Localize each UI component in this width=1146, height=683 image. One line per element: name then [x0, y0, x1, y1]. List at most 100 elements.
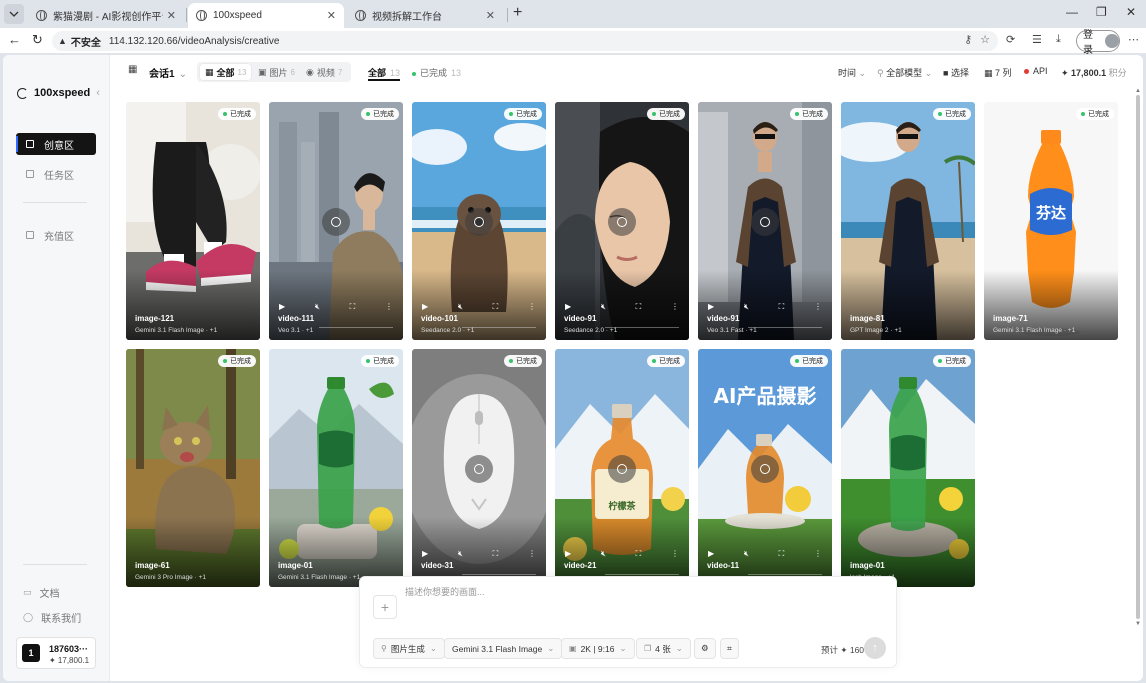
settings-button[interactable]: ⚙	[694, 638, 716, 659]
user-card[interactable]: 1 187603··· ✦ 17,800.1	[16, 637, 96, 669]
play-icon[interactable]	[322, 208, 350, 236]
scroll-down-icon[interactable]: ▼	[1135, 621, 1141, 627]
download-icon[interactable]: ⤓	[1056, 33, 1061, 46]
play-icon[interactable]	[465, 455, 493, 483]
play-small-icon[interactable]: ▶	[565, 302, 571, 312]
video-progress-bar[interactable]	[748, 327, 822, 328]
back-arrow-icon[interactable]: ←	[8, 33, 21, 47]
mute-icon[interactable]: 🔇︎	[744, 549, 749, 559]
video-card[interactable]: 已完成 ▶ 🔇︎ ⛶ ⋮ video-91 Seedance 2.0 · +1	[555, 102, 689, 340]
play-icon[interactable]	[608, 208, 636, 236]
play-small-icon[interactable]: ▶	[422, 302, 428, 312]
fullscreen-icon[interactable]: ⛶	[636, 549, 642, 559]
video-progress-bar[interactable]	[462, 574, 536, 575]
play-small-icon[interactable]: ▶	[279, 302, 285, 312]
favorites-icon[interactable]: ☰	[1032, 33, 1042, 46]
mute-icon[interactable]: 🔇︎	[601, 302, 606, 312]
new-tab-plus-icon[interactable]: +	[513, 4, 522, 22]
sidebar-item-tasks[interactable]: 任务区	[16, 163, 96, 185]
image-card[interactable]: 已完成 image-81 GPT Image 2 · +1	[841, 102, 975, 340]
model-filter-dropdown[interactable]: ⚲ 全部模型 ⌄	[877, 66, 932, 79]
minimize-icon[interactable]: —	[1066, 5, 1078, 19]
play-small-icon[interactable]: ▶	[422, 549, 428, 559]
fullscreen-icon[interactable]: ⛶	[493, 302, 499, 312]
play-small-icon[interactable]: ▶	[708, 549, 714, 559]
session-selector[interactable]: 会话1 ⌄	[149, 65, 187, 80]
time-sort-dropdown[interactable]: 时间 ⌄	[838, 66, 866, 79]
count-dropdown[interactable]: ❐ 4 张 ⌄	[636, 638, 691, 659]
mute-icon[interactable]: 🔇︎	[458, 549, 463, 559]
play-icon[interactable]	[751, 455, 779, 483]
more-icon[interactable]: ⋯	[1128, 33, 1139, 46]
more-vertical-icon[interactable]: ⋮	[671, 549, 679, 559]
extensions-icon[interactable]: ⟳	[1006, 33, 1015, 46]
tab-type-image[interactable]: ▣ 图片 6	[253, 64, 300, 80]
tab-list-chevron-icon[interactable]	[4, 4, 24, 24]
video-progress-bar[interactable]	[319, 327, 393, 328]
collapse-chevron-icon[interactable]: ‹	[96, 87, 100, 99]
more-vertical-icon[interactable]: ⋮	[671, 302, 679, 312]
resolution-dropdown[interactable]: ▣ 2K | 9:16 ⌄	[561, 638, 635, 659]
video-card[interactable]: 已完成 ▶ 🔇︎ ⛶ ⋮ video-91 Veo 3.1 Fast · +1	[698, 102, 832, 340]
grid-view-icon[interactable]: ▦	[128, 64, 142, 78]
play-icon[interactable]	[751, 208, 779, 236]
scroll-up-icon[interactable]: ▲	[1135, 88, 1141, 94]
more-vertical-icon[interactable]: ⋮	[814, 302, 822, 312]
key-icon[interactable]: ⚷	[964, 33, 972, 46]
image-card[interactable]: 芬达 已完成 image-71 Gemini 3.1 Flash Image · +…	[984, 102, 1118, 340]
play-small-icon[interactable]: ▶	[565, 549, 571, 559]
mute-icon[interactable]: 🔇︎	[601, 549, 606, 559]
image-card[interactable]: 已完成 image-61 Gemini 3 Pro Image · +1	[126, 349, 260, 587]
tab-type-all[interactable]: ▦ 全部 13	[200, 64, 252, 80]
browser-tab-2[interactable]: 100xspeed ✕	[188, 3, 344, 28]
filter-status-all[interactable]: 全部 13	[368, 66, 401, 81]
image-card[interactable]: 已完成 image-121 Gemini 3.1 Flash Image · +1	[126, 102, 260, 340]
add-reference-plus-icon[interactable]: +	[373, 595, 397, 619]
prompt-assist-button[interactable]: ⌗	[720, 638, 739, 659]
star-icon[interactable]: ☆	[980, 33, 990, 46]
sidebar-item-recharge[interactable]: 充值区	[16, 224, 96, 246]
sidebar-item-creative[interactable]: 创意区	[16, 133, 96, 155]
more-vertical-icon[interactable]: ⋮	[528, 549, 536, 559]
close-icon[interactable]: ✕	[486, 9, 495, 22]
url-field[interactable]: ▲ 不安全 114.132.120.66/videoAnalysis/creat…	[52, 31, 998, 51]
video-card[interactable]: 已完成 ▶ 🔇︎ ⛶ ⋮ video-31	[412, 349, 546, 587]
image-card[interactable]: 已完成 image-01 Gemini 3.1 Flash Image · +1	[269, 349, 403, 587]
select-button[interactable]: ■ 选择	[943, 66, 969, 79]
play-small-icon[interactable]: ▶	[708, 302, 714, 312]
mode-dropdown[interactable]: ⚲ 图片生成 ⌄	[373, 638, 445, 659]
model-dropdown[interactable]: Gemini 3.1 Flash Image ⌄	[444, 638, 563, 659]
filter-status-done[interactable]: 已完成 13	[412, 66, 461, 79]
video-progress-bar[interactable]	[605, 574, 679, 575]
more-vertical-icon[interactable]: ⋮	[385, 302, 393, 312]
vertical-scrollbar[interactable]	[1136, 95, 1140, 619]
fullscreen-icon[interactable]: ⛶	[636, 302, 642, 312]
more-vertical-icon[interactable]: ⋮	[814, 549, 822, 559]
window-close-icon[interactable]: ✕	[1126, 5, 1136, 19]
video-card[interactable]: 柠檬茶 已完成 ▶ 🔇︎ ⛶ ⋮ video-21	[555, 349, 689, 587]
tab-type-video[interactable]: ◉ 视频 7	[301, 64, 347, 80]
reload-icon[interactable]: ↻	[32, 33, 43, 47]
fullscreen-icon[interactable]: ⛶	[493, 549, 499, 559]
columns-button[interactable]: ▦ 7 列	[984, 66, 1012, 79]
login-button[interactable]: 登录	[1076, 30, 1120, 56]
browser-tab-1[interactable]: 紫猫漫剧 - AI影视创作平台 ✕	[28, 3, 184, 28]
fullscreen-icon[interactable]: ⛶	[779, 549, 785, 559]
sidebar-link-docs[interactable]: ▭ 文档	[23, 585, 60, 600]
video-card[interactable]: AI产品摄影 已完成 ▶ 🔇︎ ⛶ ⋮ video-11	[698, 349, 832, 587]
more-vertical-icon[interactable]: ⋮	[528, 302, 536, 312]
sidebar-link-contact[interactable]: ◯ 联系我们	[23, 610, 81, 625]
fullscreen-icon[interactable]: ⛶	[779, 302, 785, 312]
video-progress-bar[interactable]	[748, 574, 822, 575]
close-icon[interactable]: ✕	[327, 9, 336, 22]
mute-icon[interactable]: 🔇︎	[315, 302, 320, 312]
mute-icon[interactable]: 🔇︎	[744, 302, 749, 312]
play-icon[interactable]	[465, 208, 493, 236]
api-button[interactable]: API	[1024, 66, 1048, 76]
play-icon[interactable]	[608, 455, 636, 483]
image-card[interactable]: 已完成image-01lash Image · +1	[841, 349, 975, 587]
video-card[interactable]: 已完成 ▶ 🔇︎ ⛶ ⋮ video-111 Veo 3.1 · +1	[269, 102, 403, 340]
send-button[interactable]: ↑	[864, 637, 886, 659]
mute-icon[interactable]: 🔇︎	[458, 302, 463, 312]
fullscreen-icon[interactable]: ⛶	[350, 302, 356, 312]
